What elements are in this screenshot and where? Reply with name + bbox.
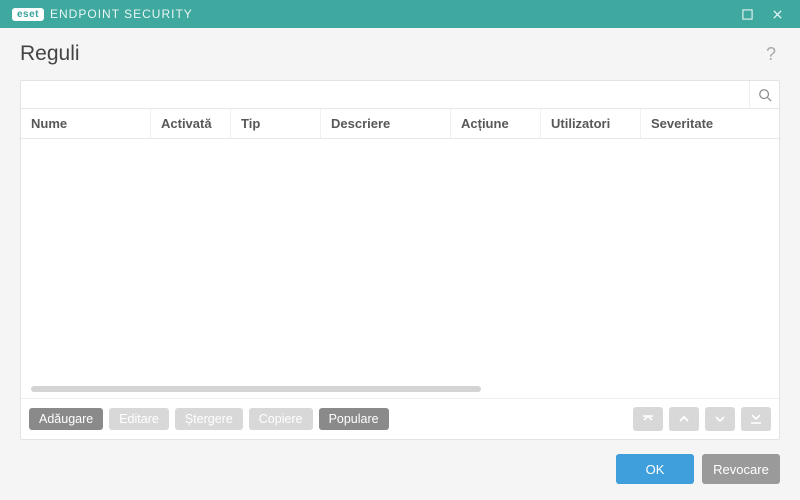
move-bottom-button — [741, 407, 771, 431]
content-area: Reguli ? Nume Activată Tip Descriere Acț… — [0, 28, 800, 500]
table-body — [21, 139, 779, 398]
col-tip[interactable]: Tip — [231, 109, 321, 138]
move-down-button — [705, 407, 735, 431]
col-descriere[interactable]: Descriere — [321, 109, 451, 138]
search-input[interactable] — [21, 81, 749, 108]
col-activata[interactable]: Activată — [151, 109, 231, 138]
brand-logo: eset ENDPOINT SECURITY — [12, 7, 193, 21]
minimize-icon — [742, 9, 753, 20]
populate-button[interactable]: Populare — [319, 408, 389, 430]
col-nume[interactable]: Nume — [21, 109, 151, 138]
page-title: Reguli — [20, 42, 80, 66]
move-top-button — [633, 407, 663, 431]
horizontal-scrollbar-thumb[interactable] — [31, 386, 481, 392]
close-icon — [772, 9, 783, 20]
action-row: Adăugare Editare Ștergere Copiere Popula… — [21, 398, 779, 439]
minimize-button[interactable] — [732, 0, 762, 28]
copy-button: Copiere — [249, 408, 313, 430]
ok-button[interactable]: OK — [616, 454, 694, 484]
col-severitate[interactable]: Severitate — [641, 109, 779, 138]
add-button[interactable]: Adăugare — [29, 408, 103, 430]
chevron-up-icon — [678, 413, 690, 425]
search-icon — [758, 88, 772, 102]
chevron-bottom-icon — [750, 413, 762, 425]
col-actiune[interactable]: Acțiune — [451, 109, 541, 138]
footer: OK Revocare — [20, 440, 780, 484]
search-row — [21, 81, 779, 109]
search-button[interactable] — [749, 81, 779, 108]
chevron-top-icon — [642, 413, 654, 425]
header-row: Reguli ? — [20, 42, 780, 66]
col-utilizatori[interactable]: Utilizatori — [541, 109, 641, 138]
close-button[interactable] — [762, 0, 792, 28]
cancel-button[interactable]: Revocare — [702, 454, 780, 484]
brand-badge: eset — [12, 8, 44, 21]
move-up-button — [669, 407, 699, 431]
title-bar: eset ENDPOINT SECURITY — [0, 0, 800, 28]
rules-panel: Nume Activată Tip Descriere Acțiune Util… — [20, 80, 780, 440]
chevron-down-icon — [714, 413, 726, 425]
edit-button: Editare — [109, 408, 169, 430]
horizontal-scrollbar[interactable] — [31, 386, 761, 392]
help-icon[interactable]: ? — [762, 44, 780, 65]
delete-button: Ștergere — [175, 408, 243, 430]
table-header: Nume Activată Tip Descriere Acțiune Util… — [21, 109, 779, 139]
brand-product: ENDPOINT SECURITY — [50, 7, 193, 21]
